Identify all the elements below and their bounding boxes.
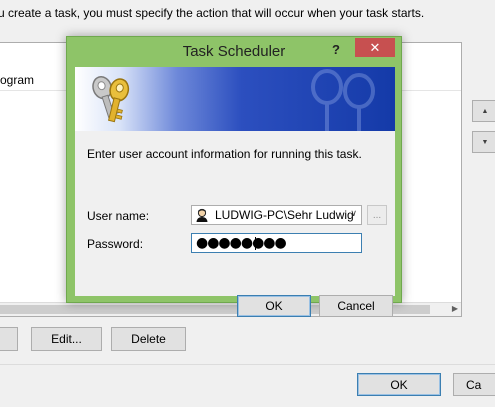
edit-action-button[interactable]: Edit...: [31, 327, 102, 351]
dialog-banner: [75, 67, 395, 131]
create-task-ok-button[interactable]: OK: [357, 373, 441, 396]
password-value: ●●●●●●●●: [196, 235, 287, 251]
delete-action-button[interactable]: Delete: [111, 327, 186, 351]
cancel-button-label: Ca: [466, 377, 482, 392]
account-prompt-text: Enter user account information for runni…: [87, 147, 362, 161]
scroll-right-arrow-icon[interactable]: ▶: [452, 304, 458, 313]
user-account-icon: [195, 208, 209, 222]
dialog-ok-label: OK: [265, 299, 283, 313]
move-up-button[interactable]: ▲: [472, 100, 495, 122]
user-name-value: LUDWIG-PC\Sehr Ludwig: [215, 208, 354, 222]
browse-users-button[interactable]: ...: [367, 205, 387, 225]
dialog-title: Task Scheduler: [182, 43, 286, 60]
password-label: Password:: [87, 237, 144, 251]
triangle-down-icon: ▼: [481, 138, 489, 146]
triangle-up-icon: ▲: [481, 107, 489, 115]
user-name-label: User name:: [87, 209, 150, 223]
action-column-header[interactable]: ogram: [0, 73, 34, 87]
text-caret: [255, 237, 256, 250]
keys-watermark-icon: [311, 69, 375, 131]
actions-description: u create a task, you must specify the ac…: [0, 6, 425, 20]
ok-button-label: OK: [390, 377, 408, 392]
edit-button-label: Edit...: [51, 332, 82, 346]
user-name-combobox[interactable]: LUDWIG-PC\Sehr Ludwig ∨: [191, 205, 362, 225]
dialog-cancel-label: Cancel: [337, 299, 375, 313]
task-scheduler-dialog: Task Scheduler ? ✕ Enter user account in…: [66, 36, 402, 317]
dialog-client-area: Enter user account information for runni…: [75, 67, 395, 317]
new-action-button[interactable]: [0, 327, 18, 351]
dialog-cancel-button[interactable]: Cancel: [319, 295, 393, 317]
browse-button-label: ...: [372, 210, 382, 221]
dialog-ok-button[interactable]: OK: [237, 295, 311, 317]
create-task-cancel-button[interactable]: Ca: [453, 373, 495, 396]
close-button[interactable]: ✕: [355, 38, 395, 57]
chevron-down-icon[interactable]: ∨: [350, 208, 357, 219]
close-icon: ✕: [369, 39, 381, 55]
keys-icon: [92, 76, 130, 123]
move-down-button[interactable]: ▼: [472, 131, 495, 153]
delete-button-label: Delete: [131, 332, 166, 346]
password-field[interactable]: ●●●●●●●●: [191, 233, 362, 253]
help-button[interactable]: ?: [329, 42, 343, 58]
